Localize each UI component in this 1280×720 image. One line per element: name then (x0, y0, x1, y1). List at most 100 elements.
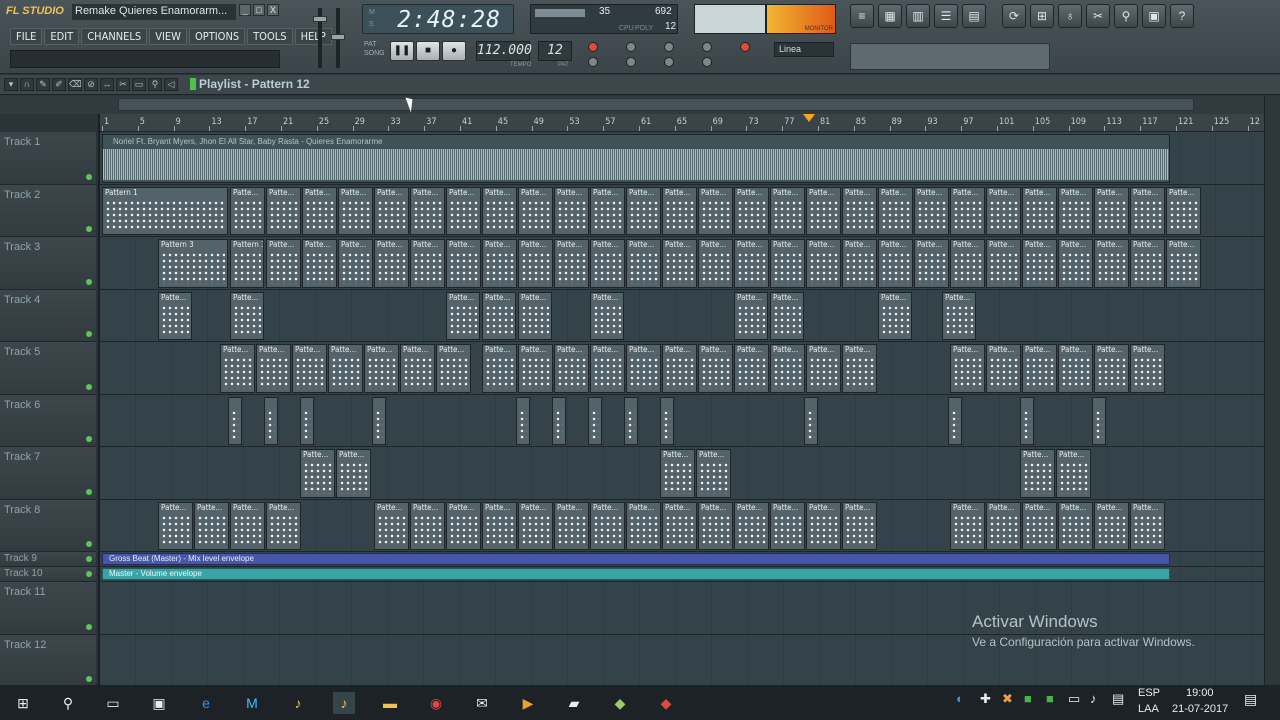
track-header[interactable]: Track 12 (0, 634, 96, 687)
close-button[interactable]: X (267, 4, 279, 16)
horizontal-scroll[interactable] (0, 96, 1280, 114)
video-editor-icon[interactable]: ▰ (563, 692, 585, 714)
pattern-clip[interactable]: Patte... (1094, 239, 1129, 288)
minimize-button[interactable]: _ (239, 4, 251, 16)
slip-icon[interactable]: ↔ (100, 78, 114, 91)
pattern-clip[interactable]: Patte... (292, 344, 327, 393)
pattern-clip[interactable] (264, 396, 278, 445)
pattern-clip[interactable]: Patte... (626, 501, 661, 550)
pattern-clip[interactable]: Patte... (518, 344, 553, 393)
track-header[interactable]: Track 4 (0, 289, 96, 342)
tray-icon-2[interactable]: ✚ (980, 691, 991, 707)
pattern-clip[interactable]: Patte... (400, 344, 435, 393)
pattern-clip[interactable]: Patte... (446, 186, 481, 235)
pattern-clip[interactable]: Patte... (950, 344, 985, 393)
playlist-icon[interactable]: ≡ (850, 4, 874, 28)
pattern-clip[interactable]: Patte... (590, 186, 625, 235)
pattern-clip[interactable]: Patte... (1056, 449, 1091, 498)
pattern-clip[interactable] (1020, 396, 1034, 445)
pattern-clip[interactable]: Patte... (734, 291, 768, 340)
edge-icon[interactable]: e (195, 692, 217, 714)
pattern-clip[interactable]: Patte... (1058, 186, 1093, 235)
lang-layout[interactable]: LAA (1138, 703, 1159, 715)
pattern-clip[interactable]: Patte... (590, 239, 625, 288)
pattern-clip[interactable]: Patte... (554, 501, 589, 550)
pattern-clip[interactable]: Patte... (986, 344, 1021, 393)
song-mode-label[interactable]: SONG (364, 50, 385, 57)
stop-button[interactable]: ■ (416, 41, 440, 61)
pattern-clip[interactable] (300, 396, 314, 445)
blend-notes-icon[interactable] (588, 57, 598, 67)
pattern-clip[interactable]: Patte... (698, 344, 733, 393)
mixer-icon[interactable]: ☰ (934, 4, 958, 28)
track-active-icon[interactable] (86, 278, 92, 285)
timeline-ruler[interactable]: 1 5 9 13 17 21 25 29 33 37 41 45 49 53 57 61 65 69 73 77 81 8… (100, 114, 1264, 132)
pattern-clip[interactable]: Patte... (482, 291, 516, 340)
pattern-clip[interactable]: Patte... (662, 344, 697, 393)
track-header[interactable]: Track 7 (0, 447, 96, 500)
pattern-clip[interactable]: Patte... (230, 501, 265, 550)
pattern-clip[interactable]: Patte... (1020, 449, 1055, 498)
pattern-clip[interactable]: Patte... (482, 239, 517, 288)
master-pitch-fader[interactable] (331, 8, 345, 68)
magnet-icon[interactable]: ∩ (20, 78, 34, 91)
pattern-clip[interactable]: Patte... (590, 501, 625, 550)
track-active-icon[interactable] (86, 571, 92, 577)
pattern-clip[interactable]: Patte... (554, 344, 589, 393)
gross-beat-envelope-clip[interactable]: Gross Beat (Master) - Mix level envelope (102, 553, 1170, 565)
pattern-clip[interactable]: Patte... (770, 501, 805, 550)
start-icon[interactable]: ⊞ (12, 692, 34, 714)
pattern-clip[interactable]: Patte... (626, 239, 661, 288)
plugin-picker[interactable] (850, 43, 1050, 70)
pattern-clip[interactable]: Patte... (660, 449, 695, 498)
pattern-clip[interactable]: Patte... (1094, 501, 1129, 550)
pattern-clip[interactable] (948, 396, 962, 445)
track-active-icon[interactable] (86, 331, 92, 337)
pattern-clip[interactable]: Patte... (1058, 344, 1093, 393)
cut-icon[interactable]: ✂ (1086, 4, 1110, 28)
record-button[interactable]: ● (442, 41, 466, 61)
pattern-clip[interactable]: Patte... (1094, 186, 1129, 235)
project-title[interactable]: Remake Quieres Enamorarm... (72, 4, 236, 20)
pattern-clip[interactable]: Patte... (518, 186, 553, 235)
mute-icon[interactable]: ⊘ (84, 78, 98, 91)
track-active-icon[interactable] (86, 623, 92, 630)
pattern-clip[interactable]: Patte... (590, 344, 625, 393)
menu-file[interactable]: FILE (10, 28, 43, 45)
pattern-clip[interactable]: Patte... (986, 239, 1021, 288)
pattern-clip[interactable]: Patte... (302, 239, 337, 288)
pattern-clip[interactable]: Patte... (770, 239, 805, 288)
volume-icon[interactable]: ♪ (1090, 691, 1097, 706)
record-toggle-icon[interactable] (588, 42, 598, 52)
master-volume-envelope-clip[interactable]: Master - Volume envelope (102, 568, 1170, 580)
track-header[interactable]: Track 11 (0, 582, 96, 635)
search-icon[interactable]: ⚲ (57, 692, 79, 714)
tempo-display[interactable]: 112.000 (476, 41, 532, 61)
maximize-button[interactable]: □ (253, 4, 265, 16)
help-icon[interactable]: ? (1170, 4, 1194, 28)
pattern-clip[interactable]: Patte... (914, 186, 949, 235)
pattern-clip[interactable]: Patte... (698, 239, 733, 288)
pattern-clip[interactable]: Patte... (374, 239, 409, 288)
pattern-clip[interactable]: Patte... (662, 239, 697, 288)
track-header[interactable]: Track 2 (0, 184, 96, 237)
menu-edit[interactable]: EDIT (44, 28, 80, 45)
wait-input-icon[interactable] (702, 42, 712, 52)
menu-arrow-icon[interactable]: ▾ (4, 78, 18, 91)
track-header[interactable]: Track 5 (0, 342, 96, 395)
pattern-clip[interactable]: Patte... (914, 239, 949, 288)
master-volume-fader[interactable] (313, 8, 327, 68)
pattern-clip[interactable]: Patte... (158, 501, 193, 550)
pattern-clip[interactable]: Patte... (336, 449, 371, 498)
pattern-clip[interactable]: Patte... (770, 291, 804, 340)
track-active-icon[interactable] (86, 676, 92, 682)
track-header[interactable]: Track 10 (0, 567, 96, 582)
pattern-clip[interactable]: Patte... (842, 239, 877, 288)
typing-keyboard-icon[interactable] (626, 57, 636, 67)
menu-view[interactable]: VIEW (149, 28, 187, 45)
audio-clip[interactable]: Noriel Ft. Bryant Myers, Jhon El All Sta… (102, 134, 1170, 183)
pattern-clip[interactable]: Patte... (842, 186, 877, 235)
notifications-icon[interactable]: ▤ (1244, 691, 1257, 708)
pattern-clip[interactable]: Patte... (266, 501, 301, 550)
track-header[interactable]: Track 9 (0, 552, 96, 567)
